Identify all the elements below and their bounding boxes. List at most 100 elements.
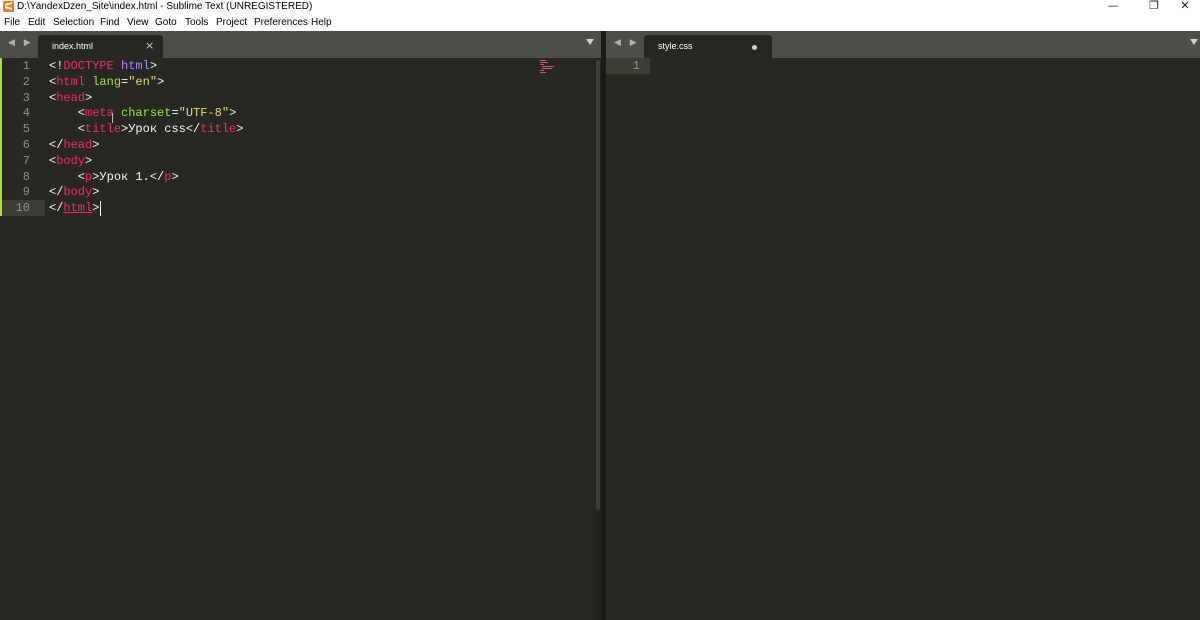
code-token: meta	[85, 106, 114, 121]
code-token: html	[121, 59, 150, 73]
code-token: DOCTYPE	[63, 59, 114, 73]
code-token: >	[236, 122, 244, 137]
minimize-button[interactable]: —	[1098, 0, 1128, 12]
scrollbar-thumb[interactable]	[596, 60, 600, 510]
code-token: </	[149, 169, 165, 184]
line-number: 1	[22, 59, 30, 73]
code-text: </body>	[49, 184, 99, 200]
tab-index-html[interactable]: index.html ×	[38, 35, 163, 58]
code-token: <	[49, 106, 86, 121]
mouse-cursor-icon	[112, 113, 113, 123]
menu-tools[interactable]: Tools	[185, 16, 208, 29]
code-token: </	[49, 138, 64, 152]
code-token: >	[92, 201, 100, 216]
line-number: 5	[22, 122, 30, 137]
code-text: <title>Урок css</title>	[49, 121, 244, 137]
tab-list-dropdown-icon[interactable]	[1190, 39, 1198, 45]
code-token: head	[56, 90, 86, 105]
menu-help[interactable]: Help	[311, 16, 332, 29]
code-line[interactable]: 8 <p>Урок 1.</p>	[0, 168, 595, 185]
code-token: =	[171, 106, 179, 121]
code-token: <	[49, 122, 86, 137]
code-line[interactable]: 9 </body>	[0, 184, 595, 201]
unsaved-indicator-icon[interactable]	[752, 45, 757, 50]
code-line[interactable]: 7 <body>	[0, 152, 595, 169]
right-tab-bar: ◀ ▶ style.css	[606, 31, 1200, 58]
line-number: 2	[22, 74, 30, 89]
restore-button[interactable]: ❐	[1139, 0, 1169, 12]
line-number: 7	[22, 153, 30, 168]
code-token: <!	[49, 59, 64, 73]
window-title: D:\YandexDzen_Site\index.html - Sublime …	[17, 1, 313, 12]
line-number: 3	[22, 90, 30, 105]
code-text: </html>	[49, 200, 99, 216]
menu-bar: File Edit Selection Find View Goto Tools…	[0, 14, 1200, 31]
line-number: 1	[632, 59, 640, 73]
tab-close-icon[interactable]: ×	[145, 39, 154, 52]
code-token: </	[49, 185, 64, 200]
code-token: >	[92, 138, 100, 152]
code-text: <head>	[49, 90, 92, 106]
title-bar: D:\YandexDzen_Site\index.html - Sublime …	[0, 0, 1200, 14]
menu-goto[interactable]: Goto	[155, 16, 177, 29]
code-token: >	[171, 169, 179, 184]
menu-view[interactable]: View	[127, 16, 149, 29]
code-line[interactable]: 10 </html>	[0, 200, 595, 217]
tab-nav-arrows-icon[interactable]: ◀ ▶	[614, 38, 640, 48]
text-caret	[100, 201, 101, 216]
code-token: >	[229, 106, 237, 121]
code-token: body	[56, 153, 86, 168]
code-token: >	[92, 185, 100, 200]
code-token: html	[63, 201, 93, 216]
code-line[interactable]: 5 <title>Урок css</title>	[0, 121, 595, 138]
tab-label: index.html	[52, 41, 94, 51]
tab-list-dropdown-icon[interactable]	[586, 39, 594, 45]
code-line[interactable]: 3 <head>	[0, 89, 595, 106]
menu-find[interactable]: Find	[100, 16, 119, 29]
line-number: 9	[22, 185, 30, 200]
menu-preferences[interactable]: Preferences	[254, 16, 308, 29]
editor-pane-right[interactable]: 1	[606, 58, 1200, 620]
code-token: title	[85, 122, 122, 137]
code-text: </head>	[49, 137, 99, 153]
sublime-logo-icon	[3, 1, 14, 12]
code-token: Урок css	[128, 122, 186, 137]
code-token: >	[157, 74, 165, 89]
menu-file[interactable]: File	[4, 16, 20, 29]
left-tab-bar: ◀ ▶ index.html ×	[0, 31, 601, 58]
code-token: >	[85, 153, 93, 168]
code-line[interactable]: 6 </head>	[0, 137, 595, 153]
close-button[interactable]: ✕	[1170, 0, 1200, 12]
code-token: >	[85, 90, 93, 105]
line-number: 10	[15, 201, 30, 216]
editor-pane-left[interactable]: 1 <!DOCTYPE html> 2 <html lang="en"> 3 <head>…	[0, 58, 595, 620]
menu-edit[interactable]: Edit	[28, 16, 45, 29]
code-line[interactable]: 2 <html lang="en">	[0, 73, 595, 90]
tab-style-css[interactable]: style.css	[644, 35, 772, 58]
tab-nav-arrows-icon[interactable]: ◀ ▶	[8, 38, 34, 48]
code-token: title	[200, 122, 237, 137]
menu-selection[interactable]: Selection	[53, 16, 94, 29]
code-token: <	[49, 169, 86, 184]
code-token: </	[49, 201, 64, 216]
code-text: <meta charset="UTF-8">	[49, 105, 236, 121]
code-line[interactable]: 4 <meta charset="UTF-8">	[0, 105, 595, 122]
code-token: Урок 1.	[99, 169, 150, 184]
code-token: </	[185, 122, 201, 137]
code-token: charset	[121, 106, 172, 121]
minimap[interactable]	[540, 60, 564, 74]
line-number: 8	[22, 169, 30, 184]
line-number: 6	[22, 138, 30, 152]
code-text: <html lang="en">	[49, 74, 164, 90]
menu-project[interactable]: Project	[216, 16, 247, 29]
tab-label: style.css	[658, 41, 693, 51]
code-token: html	[56, 74, 86, 89]
code-token: body	[63, 185, 93, 200]
code-token: "en"	[128, 74, 158, 89]
code-text: <p>Урок 1.</p>	[49, 169, 179, 185]
code-token: "UTF-8"	[178, 106, 230, 121]
code-line[interactable]: 1 <!DOCTYPE html>	[0, 58, 595, 74]
code-text: <body>	[49, 153, 92, 169]
